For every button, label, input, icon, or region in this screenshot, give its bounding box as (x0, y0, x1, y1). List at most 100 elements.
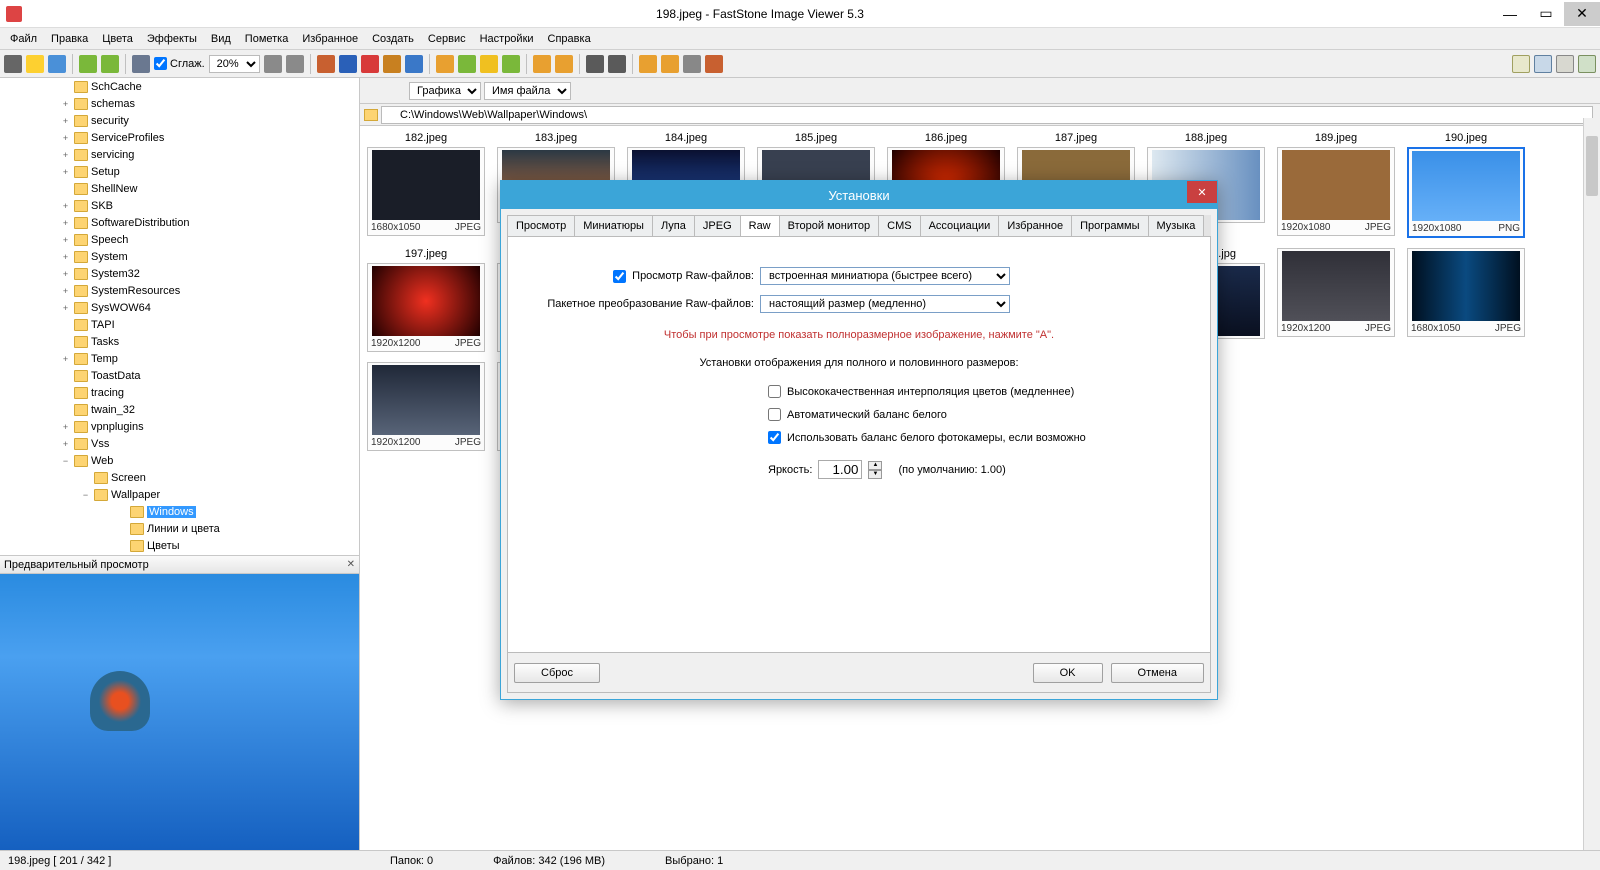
tool-icon[interactable] (361, 55, 379, 73)
thumbnail[interactable]: 1680x1050JPEG (1406, 248, 1526, 352)
auto-wb-checkbox[interactable]: Автоматический баланс белого (528, 408, 1190, 421)
open-icon[interactable] (26, 55, 44, 73)
menu-правка[interactable]: Правка (45, 31, 94, 47)
raw-preview-select[interactable]: встроенная миниатюра (быстрее всего) (760, 267, 1010, 285)
layout-icon[interactable] (1534, 55, 1552, 73)
raw-batch-select[interactable]: настоящий размер (медленно) (760, 295, 1010, 313)
folder-tree[interactable]: SchCache+schemas+security+ServiceProfile… (0, 78, 359, 556)
tree-item[interactable]: +vpnplugins (0, 418, 359, 435)
tree-item[interactable]: Tasks (0, 333, 359, 350)
zoom-out-icon[interactable] (264, 55, 282, 73)
tab-второй монитор[interactable]: Второй монитор (779, 215, 880, 236)
raw-preview-checkbox[interactable] (613, 270, 626, 283)
tool-icon[interactable] (533, 55, 551, 73)
tool-icon[interactable] (383, 55, 401, 73)
tree-item[interactable]: +Vss (0, 435, 359, 452)
tree-item[interactable]: −Web (0, 452, 359, 469)
tree-item[interactable]: +security (0, 112, 359, 129)
tab-программы[interactable]: Программы (1071, 215, 1148, 236)
tree-item[interactable]: +Setup (0, 163, 359, 180)
tool-icon[interactable] (555, 55, 573, 73)
tree-item[interactable]: +ServiceProfiles (0, 129, 359, 146)
tree-item[interactable]: SchCache (0, 78, 359, 95)
tool-icon[interactable] (661, 55, 679, 73)
thumbnail[interactable]: 1920x1200JPEG (366, 362, 486, 451)
thumbnail[interactable]: 197.jpeg1920x1200JPEG (366, 248, 486, 352)
tree-item[interactable]: +schemas (0, 95, 359, 112)
rotate-left-icon[interactable] (79, 55, 97, 73)
tree-item[interactable]: −Wallpaper (0, 486, 359, 503)
layout-icon[interactable] (1512, 55, 1530, 73)
tree-item[interactable]: +Speech (0, 231, 359, 248)
dialog-close-button[interactable]: ✕ (1187, 181, 1217, 203)
camera-wb-checkbox[interactable]: Использовать баланс белого фотокамеры, е… (528, 431, 1190, 444)
minimize-button[interactable]: — (1492, 2, 1528, 26)
tab-ассоциации[interactable]: Ассоциации (920, 215, 1000, 236)
tool-icon[interactable] (639, 55, 657, 73)
maximize-button[interactable]: ▭ (1528, 2, 1564, 26)
path-input[interactable] (381, 106, 1593, 124)
tree-item[interactable]: +SysWOW64 (0, 299, 359, 316)
tree-item[interactable]: +System32 (0, 265, 359, 282)
thumbnail[interactable]: 190.jpeg1920x1080PNG (1406, 132, 1526, 238)
tree-item[interactable]: +servicing (0, 146, 359, 163)
tree-item[interactable]: +SKB (0, 197, 359, 214)
tree-item[interactable]: ShellNew (0, 180, 359, 197)
group-select[interactable]: Графика (409, 82, 481, 100)
brightness-spinner[interactable]: ▲▼ (868, 461, 882, 479)
tree-item[interactable]: ToastData (0, 367, 359, 384)
scrollbar-thumb[interactable] (1586, 136, 1598, 196)
tree-item[interactable]: Windows (0, 503, 359, 520)
tab-просмотр[interactable]: Просмотр (507, 215, 575, 236)
tool-icon[interactable] (608, 55, 626, 73)
scrollbar-vertical[interactable] (1583, 118, 1600, 850)
menu-пометка[interactable]: Пометка (239, 31, 295, 47)
thumbnail[interactable]: 182.jpeg1680x1050JPEG (366, 132, 486, 238)
menu-эффекты[interactable]: Эффекты (141, 31, 203, 47)
tool-icon[interactable] (436, 55, 454, 73)
fullscreen-icon[interactable] (1578, 55, 1596, 73)
tree-item[interactable]: twain_32 (0, 401, 359, 418)
menu-цвета[interactable]: Цвета (96, 31, 139, 47)
tool-icon[interactable] (586, 55, 604, 73)
tree-item[interactable]: tracing (0, 384, 359, 401)
pan-icon[interactable] (132, 55, 150, 73)
rotate-right-icon[interactable] (101, 55, 119, 73)
tool-icon[interactable] (502, 55, 520, 73)
menu-вид[interactable]: Вид (205, 31, 237, 47)
menu-справка[interactable]: Справка (542, 31, 597, 47)
reset-button[interactable]: Сброс (514, 663, 600, 683)
tree-item[interactable]: TAPI (0, 316, 359, 333)
tool-icon[interactable] (458, 55, 476, 73)
preview-close-icon[interactable]: ✕ (347, 559, 355, 570)
close-button[interactable]: ✕ (1564, 2, 1600, 26)
cancel-button[interactable]: Отмена (1111, 663, 1204, 683)
save-icon[interactable] (48, 55, 66, 73)
tree-item[interactable]: Линии и цвета (0, 520, 359, 537)
tab-jpeg[interactable]: JPEG (694, 215, 741, 236)
tab-raw[interactable]: Raw (740, 215, 780, 236)
tree-item[interactable]: +SystemResources (0, 282, 359, 299)
menu-настройки[interactable]: Настройки (474, 31, 540, 47)
tool-icon[interactable] (317, 55, 335, 73)
thumbnail[interactable]: 189.jpeg1920x1080JPEG (1276, 132, 1396, 238)
brightness-input[interactable] (818, 460, 862, 479)
tab-избранное[interactable]: Избранное (998, 215, 1072, 236)
smoothing-toggle[interactable]: Сглаж. (154, 57, 205, 70)
tree-item[interactable]: +System (0, 248, 359, 265)
sort-select[interactable]: Имя файла (484, 82, 571, 100)
acquire-icon[interactable] (4, 55, 22, 73)
tool-icon[interactable] (339, 55, 357, 73)
menu-файл[interactable]: Файл (4, 31, 43, 47)
tree-item[interactable]: +Temp (0, 350, 359, 367)
thumbnail[interactable]: 1920x1200JPEG (1276, 248, 1396, 352)
ok-button[interactable]: OK (1033, 663, 1103, 683)
zoom-in-icon[interactable] (286, 55, 304, 73)
tab-музыка[interactable]: Музыка (1148, 215, 1205, 236)
zoom-select[interactable]: 20% (209, 55, 260, 73)
menu-сервис[interactable]: Сервис (422, 31, 472, 47)
tree-item[interactable]: Screen (0, 469, 359, 486)
tab-лупа[interactable]: Лупа (652, 215, 695, 236)
layout-icon[interactable] (1556, 55, 1574, 73)
tool-icon[interactable] (480, 55, 498, 73)
